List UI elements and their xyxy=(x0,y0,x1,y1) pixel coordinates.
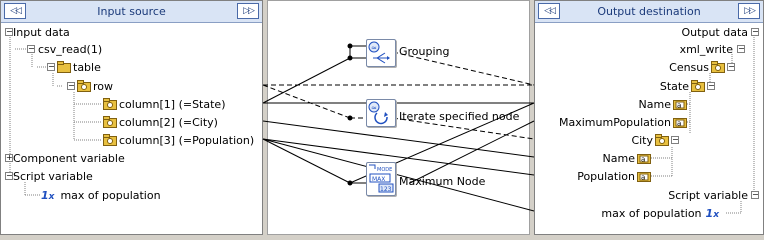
svg-text:≈: ≈ xyxy=(371,104,377,112)
tree-item-column-population[interactable]: column[3] (=Population) xyxy=(101,133,254,149)
iterate-icon: ≈ xyxy=(368,101,388,125)
tree-label: Script variable xyxy=(13,170,93,183)
field-icon xyxy=(103,134,117,146)
variable-icon: 1x xyxy=(705,207,719,220)
tree-label: csv_read(1) xyxy=(38,43,103,56)
collapse-toggle[interactable]: − xyxy=(67,82,75,90)
expand-toggle[interactable]: + xyxy=(5,154,13,162)
tree-item-max-of-population[interactable]: 1x max of population xyxy=(41,188,161,204)
maximum-node-label: Maximum Node xyxy=(399,175,486,188)
tree-label: Script variable xyxy=(668,189,748,202)
tree-label: max of population xyxy=(60,189,161,202)
attribute-icon: a xyxy=(637,152,651,164)
folder-icon xyxy=(77,80,91,92)
tree-item-maximum-population[interactable]: MaximumPopulation a xyxy=(559,115,689,131)
tree-label: column[3] (=Population) xyxy=(119,134,255,147)
maximum-node[interactable]: MODE MAX 123 xyxy=(366,162,396,196)
tree-item-input-data[interactable]: −Input data xyxy=(5,25,70,41)
tree-item-city-population[interactable]: Population a xyxy=(577,169,653,185)
tree-label: State xyxy=(659,80,689,93)
tree-label: City xyxy=(631,134,653,147)
tree-label: Name xyxy=(638,98,671,111)
tree-label: Census xyxy=(669,61,709,74)
tree-item-city[interactable]: City − xyxy=(631,133,679,149)
tree-label: column[2] (=City) xyxy=(119,116,218,129)
collapse-toggle[interactable]: − xyxy=(5,28,13,36)
tree-label: column[1] (=State) xyxy=(119,98,226,111)
svg-text:≈: ≈ xyxy=(371,44,377,52)
tree-label: row xyxy=(93,80,114,93)
element-icon xyxy=(711,61,725,73)
tree-item-column-state[interactable]: column[1] (=State) xyxy=(101,97,226,113)
tree-item-table[interactable]: − table xyxy=(47,60,101,76)
collapse-toggle[interactable]: − xyxy=(5,172,13,180)
tree-item-csv-read[interactable]: − csv_read(1) xyxy=(27,42,102,58)
collapse-toggle[interactable]: − xyxy=(707,82,715,90)
iterate-node-label: Iterate specified node xyxy=(399,110,520,123)
tree-item-column-city[interactable]: column[2] (=City) xyxy=(101,115,218,131)
folder-icon xyxy=(57,61,71,73)
attribute-icon: a xyxy=(637,170,651,182)
collapse-toggle[interactable]: − xyxy=(737,45,745,53)
max-node-icon: MODE MAX 123 xyxy=(369,164,394,193)
tree-label: table xyxy=(73,61,101,74)
tree-item-census[interactable]: Census − xyxy=(669,60,735,76)
svg-text:MODE: MODE xyxy=(377,167,392,173)
tree-item-row[interactable]: − row xyxy=(67,79,113,95)
tree-item-output-script-variable[interactable]: Script variable − xyxy=(668,188,759,204)
tree-label: xml_write xyxy=(679,43,733,56)
element-icon xyxy=(655,134,669,146)
collapse-toggle[interactable]: − xyxy=(727,63,735,71)
tree-item-script-variable[interactable]: −Script variable xyxy=(5,169,93,185)
svg-text:a: a xyxy=(641,174,645,182)
iterate-node[interactable]: ≈ xyxy=(366,99,396,127)
tree-item-output-max-of-population[interactable]: max of population 1x xyxy=(601,206,719,222)
element-icon xyxy=(691,80,705,92)
svg-text:a: a xyxy=(677,120,681,128)
collapse-toggle[interactable]: − xyxy=(47,63,55,71)
tree-label: Population xyxy=(577,170,635,183)
output-destination-pane: ◁◁ Output destination ▷▷ Output data − xm… xyxy=(534,0,764,235)
collapse-toggle[interactable]: − xyxy=(751,191,759,199)
attribute-icon: a xyxy=(673,98,687,110)
input-source-pane: ◁◁ Input source ▷▷ −Input data − csv_read… xyxy=(0,0,263,235)
svg-text:MAX: MAX xyxy=(372,176,385,183)
tree-item-xml-write[interactable]: xml_write − xyxy=(680,42,745,58)
svg-text:a: a xyxy=(677,102,681,110)
grouping-node[interactable]: ≈ xyxy=(366,39,396,67)
tree-label: MaximumPopulation xyxy=(559,116,671,129)
grouping-icon: ≈ xyxy=(368,41,390,64)
grouping-node-label: Grouping xyxy=(399,45,450,58)
field-icon xyxy=(103,98,117,110)
tree-item-output-data[interactable]: Output data − xyxy=(682,25,759,41)
svg-text:a: a xyxy=(641,156,645,164)
tree-item-state[interactable]: State − xyxy=(660,79,715,95)
tree-label: max of population xyxy=(601,207,702,220)
tree-label: Output data xyxy=(681,26,748,39)
collapse-toggle[interactable]: − xyxy=(751,28,759,36)
collapse-toggle[interactable]: − xyxy=(671,136,679,144)
tree-label: Input data xyxy=(13,26,70,39)
tree-label: Name xyxy=(602,152,635,165)
collapse-toggle[interactable]: − xyxy=(27,45,35,53)
tree-label: Component variable xyxy=(13,152,125,165)
tree-item-component-variable[interactable]: +Component variable xyxy=(5,151,125,167)
tree-item-state-name[interactable]: Name a xyxy=(639,97,689,113)
tree-item-city-name[interactable]: Name a xyxy=(603,151,653,167)
variable-icon: 1x xyxy=(41,189,55,202)
svg-text:123: 123 xyxy=(380,186,392,193)
attribute-icon: a xyxy=(673,116,687,128)
field-icon xyxy=(103,116,117,128)
